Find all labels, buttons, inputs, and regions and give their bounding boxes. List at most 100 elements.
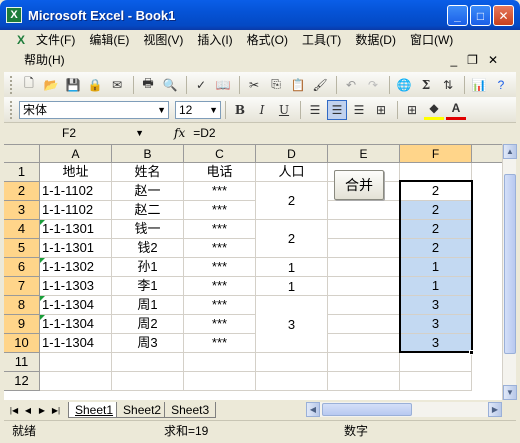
doc-restore-icon[interactable]: ❐ [467, 53, 478, 67]
cell-f2[interactable]: 2 [400, 182, 472, 201]
cell-f5[interactable]: 2 [400, 239, 472, 258]
merged-cell-d[interactable]: 1 [256, 277, 328, 296]
cell-e3[interactable] [328, 201, 400, 220]
cell-e11[interactable] [328, 353, 400, 372]
cell-c1[interactable]: 电话 [184, 163, 256, 182]
row-header-7[interactable]: 7 [4, 277, 40, 296]
bold-button[interactable]: B [230, 100, 250, 120]
close-button[interactable]: ✕ [493, 5, 514, 26]
scroll-down-icon[interactable]: ▼ [503, 385, 517, 400]
name-box[interactable]: F2 ▼ [20, 124, 150, 142]
vertical-scroll-thumb[interactable] [504, 174, 516, 354]
column-header-a[interactable]: A [40, 145, 112, 163]
font-size-select[interactable]: 12 ▼ [175, 100, 221, 119]
new-icon[interactable]: 🗋 [19, 75, 39, 95]
cell-c10[interactable]: *** [184, 334, 256, 353]
cell-c4[interactable]: *** [184, 220, 256, 239]
underline-button[interactable]: U [274, 100, 294, 120]
toolbar-grip[interactable] [10, 100, 13, 119]
cell-b3[interactable]: 赵二 [112, 201, 184, 220]
excel-app-icon[interactable]: X [6, 7, 22, 23]
error-indicator-icon[interactable] [40, 220, 45, 225]
maximize-button[interactable]: □ [470, 5, 491, 26]
merged-cell-d[interactable]: 2 [256, 220, 328, 258]
horizontal-scroll-thumb[interactable] [322, 403, 412, 416]
redo-icon[interactable]: ↷ [363, 75, 383, 95]
email-icon[interactable]: ✉ [107, 75, 127, 95]
cell-c3[interactable]: *** [184, 201, 256, 220]
cell-c2[interactable]: *** [184, 182, 256, 201]
cell-f11[interactable] [400, 353, 472, 372]
column-header-c[interactable]: C [184, 145, 256, 163]
cell-b2[interactable]: 赵一 [112, 182, 184, 201]
cell-f1[interactable] [400, 163, 472, 182]
italic-button[interactable]: I [252, 100, 272, 120]
tab-sheet1[interactable]: Sheet1 [68, 402, 121, 418]
cut-icon[interactable]: ✂ [244, 75, 264, 95]
cell-c8[interactable]: *** [184, 296, 256, 315]
column-header-e[interactable]: E [328, 145, 400, 163]
help-icon[interactable]: ? [491, 75, 511, 95]
doc-minimize-icon[interactable]: _ [450, 53, 457, 67]
paste-icon[interactable]: 📋 [288, 75, 308, 95]
font-color-icon[interactable]: A [446, 100, 466, 120]
copy-icon[interactable]: ⎘ [266, 75, 286, 95]
column-header-f[interactable]: F [400, 145, 472, 163]
prev-sheet-icon[interactable]: ◀ [22, 406, 34, 415]
fill-color-icon[interactable]: ◆ [424, 100, 444, 120]
row-header-6[interactable]: 6 [4, 258, 40, 277]
first-sheet-icon[interactable]: |◀ [8, 406, 20, 415]
row-header-10[interactable]: 10 [4, 334, 40, 353]
menu-edit[interactable]: 编辑(E) [83, 31, 137, 49]
cell-a6[interactable]: 1-1-1302 [40, 258, 112, 277]
cell-f7[interactable]: 1 [400, 277, 472, 296]
align-left-icon[interactable]: ☰ [305, 100, 325, 120]
menu-view[interactable]: 视图(V) [137, 31, 191, 49]
format-painter-icon[interactable]: 🖌 [310, 75, 330, 95]
spelling-icon[interactable]: ✓ [191, 75, 211, 95]
font-name-select[interactable]: 宋体 ▼ [19, 100, 169, 119]
row-header-8[interactable]: 8 [4, 296, 40, 315]
cell-c6[interactable]: *** [184, 258, 256, 277]
tab-sheet3[interactable]: Sheet3 [164, 402, 217, 418]
select-all-corner[interactable] [4, 145, 40, 163]
menu-format[interactable]: 格式(O) [241, 31, 296, 49]
cell-f12[interactable] [400, 372, 472, 391]
cell-f8[interactable]: 3 [400, 296, 472, 315]
row-header-5[interactable]: 5 [4, 239, 40, 258]
cell-f3[interactable]: 2 [400, 201, 472, 220]
cell-b11[interactable] [112, 353, 184, 372]
row-header-9[interactable]: 9 [4, 315, 40, 334]
cell-e7[interactable] [328, 277, 400, 296]
cell-f9[interactable]: 3 [400, 315, 472, 334]
cell-a10[interactable]: 1-1-1304 [40, 334, 112, 353]
align-center-icon[interactable]: ☰ [327, 99, 347, 120]
minimize-button[interactable]: _ [447, 5, 468, 26]
cell-a1[interactable]: 地址 [40, 163, 112, 182]
cell-b9[interactable]: 周2 [112, 315, 184, 334]
cell-b7[interactable]: 李1 [112, 277, 184, 296]
cell-c9[interactable]: *** [184, 315, 256, 334]
vertical-scrollbar[interactable]: ▲ ▼ [502, 144, 517, 400]
row-header-4[interactable]: 4 [4, 220, 40, 239]
column-header-b[interactable]: B [112, 145, 184, 163]
cell-c5[interactable]: *** [184, 239, 256, 258]
cell-b10[interactable]: 周3 [112, 334, 184, 353]
row-header-2[interactable]: 2 [4, 182, 40, 201]
cell-f4[interactable]: 2 [400, 220, 472, 239]
cell-c12[interactable] [184, 372, 256, 391]
horizontal-scrollbar[interactable]: ◀ ▶ [306, 402, 502, 417]
research-icon[interactable]: 📖 [213, 75, 233, 95]
menu-insert[interactable]: 插入(I) [191, 31, 240, 49]
cell-e5[interactable] [328, 239, 400, 258]
next-sheet-icon[interactable]: ▶ [36, 406, 48, 415]
cell-b1[interactable]: 姓名 [112, 163, 184, 182]
permission-icon[interactable]: 🔒 [85, 75, 105, 95]
menu-help[interactable]: 帮助(H) [18, 51, 73, 69]
error-indicator-icon[interactable] [40, 296, 45, 301]
scroll-right-icon[interactable]: ▶ [488, 402, 502, 417]
print-preview-icon[interactable]: 🔍 [160, 75, 180, 95]
cell-f6[interactable]: 1 [400, 258, 472, 277]
cell-a4[interactable]: 1-1-1301 [40, 220, 112, 239]
cell-b8[interactable]: 周1 [112, 296, 184, 315]
